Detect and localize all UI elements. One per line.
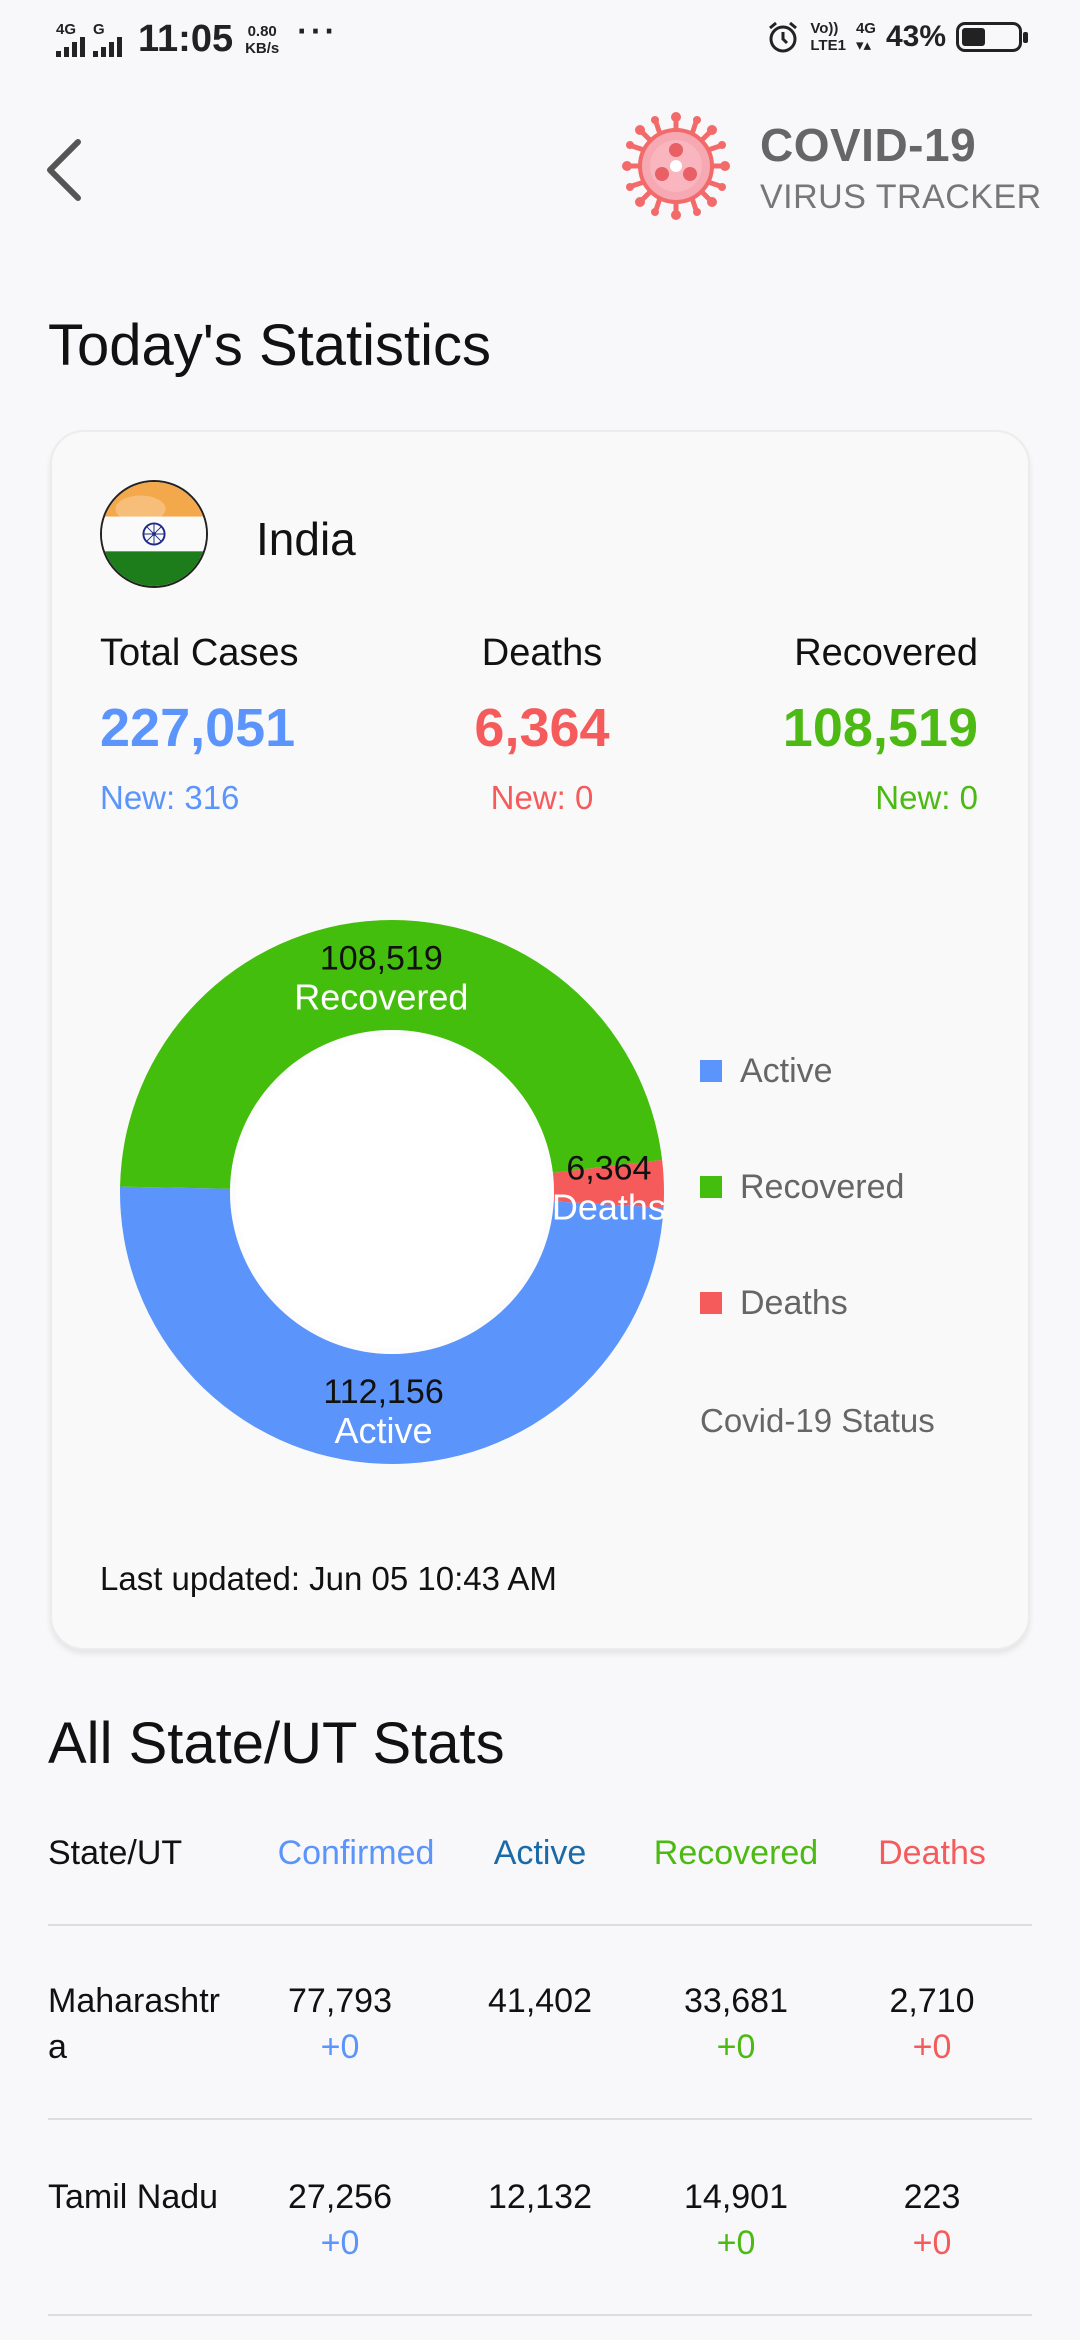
india-flag-icon: [100, 480, 208, 588]
recovered-new: New: 0: [875, 779, 978, 816]
network-type-1: 4G: [56, 21, 77, 38]
india-stats-card: India Total Cases 227,051 New: 316 Death…: [50, 430, 1030, 1650]
signal-icon-2: G: [93, 22, 122, 57]
legend-swatch-deaths: [700, 1292, 722, 1314]
total-cases-label: Total Cases: [100, 632, 299, 674]
deaths-value: 6,364: [474, 698, 610, 758]
app-title: COVID-19: [760, 119, 977, 171]
total-cases-stat: Total Cases 227,051 New: 316: [100, 632, 299, 817]
header-state[interactable]: State/UT: [48, 1834, 182, 1873]
deaths-cell: 223 +0: [903, 2178, 961, 2262]
legend-item-recovered[interactable]: Recovered: [700, 1168, 904, 1206]
legend-label-deaths: Deaths: [740, 1283, 848, 1322]
deaths-new: New: 0: [490, 779, 594, 816]
confirmed-cell: 77,793 +0: [288, 1982, 392, 2066]
app-subtitle: VIRUS TRACKER: [760, 178, 1042, 216]
legend-item-deaths[interactable]: Deaths: [700, 1284, 904, 1322]
recovered-stat: Recovered 108,519 New: 0: [783, 632, 978, 817]
confirmed-cell: 27,256 +0: [288, 2178, 392, 2262]
data-arrows-icon: ▾▴: [855, 37, 871, 54]
donut-value-label-active: 112,156: [323, 1373, 443, 1411]
donut-hole: [230, 1030, 554, 1354]
recovered-cell: 14,901 +0: [684, 2178, 788, 2262]
table-row[interactable]: Tamil Nadu 27,256 +0 12,132 14,901 +0 22…: [48, 2174, 1032, 2294]
donut-category-label-active: Active: [335, 1410, 433, 1451]
recovered-value: 108,519: [782, 698, 978, 758]
donut-value-label-deaths: 6,364: [566, 1149, 651, 1187]
status-bar: 4G G 11:05 0.80 KB/s ··· Vo)) LTE1 4G ▾▴…: [0, 0, 1080, 84]
active-cell: 41,402: [488, 1982, 592, 2020]
data-indicator: 4G ▾▴: [855, 20, 876, 54]
divider: [48, 1924, 1032, 1926]
network-speed: 0.80 KB/s: [245, 22, 280, 57]
divider: [48, 2314, 1032, 2316]
battery-icon: [956, 22, 1028, 52]
all-states-heading: All State/UT Stats: [48, 1711, 505, 1776]
virus-icon: [622, 112, 730, 220]
deaths-label: Deaths: [481, 632, 603, 674]
more-notifications-icon: ···: [297, 13, 339, 49]
country-name: India: [256, 513, 356, 565]
chevron-left-icon: [47, 139, 81, 201]
covid-status-donut-chart[interactable]: 112,156Active 6,364Deaths 108,519Recovered: [112, 912, 672, 1472]
donut-category-label-recovered: Recovered: [294, 976, 468, 1017]
last-updated: Last updated: Jun 05 10:43 AM: [100, 1560, 557, 1597]
recovered-label: Recovered: [794, 632, 978, 674]
header-recovered[interactable]: Recovered: [636, 1834, 836, 1873]
header-deaths[interactable]: Deaths: [832, 1834, 1032, 1873]
signal-icon: 4G: [56, 22, 85, 57]
legend-caption: Covid-19 Status: [700, 1402, 935, 1439]
divider: [48, 2118, 1032, 2120]
battery-percent: 43%: [885, 20, 946, 53]
chart-legend: Active Recovered Deaths Covid-19 Status: [700, 1052, 935, 1439]
state-name: Maharashtr a: [48, 1982, 220, 2066]
deaths-stat: Deaths 6,364 New: 0: [392, 632, 692, 817]
recovered-cell: 33,681 +0: [684, 1982, 788, 2066]
header-active[interactable]: Active: [440, 1834, 640, 1873]
total-cases-value: 227,051: [100, 698, 296, 758]
legend-label-recovered: Recovered: [740, 1167, 905, 1206]
legend-label-active: Active: [740, 1051, 833, 1090]
state-table-header: State/UT Confirmed Active Recovered Deat…: [48, 1834, 1032, 1878]
deaths-cell: 2,710 +0: [889, 1982, 975, 2066]
state-name: Tamil Nadu: [48, 2178, 219, 2216]
clock: 11:05: [138, 18, 234, 60]
active-cell: 12,132: [488, 2178, 592, 2216]
volte-indicator: Vo)) LTE1: [810, 20, 846, 54]
back-button[interactable]: [40, 130, 90, 210]
total-cases-new: New: 316: [100, 779, 240, 816]
header-confirmed[interactable]: Confirmed: [256, 1834, 456, 1873]
todays-statistics-heading: Today's Statistics: [48, 313, 492, 378]
legend-item-active[interactable]: Active: [700, 1052, 904, 1090]
donut-category-label-deaths: Deaths: [552, 1186, 666, 1227]
network-type-2: G: [93, 21, 105, 38]
legend-swatch-active: [700, 1060, 722, 1082]
legend-swatch-recovered: [700, 1176, 722, 1198]
app-brand: COVID-19 VIRUS TRACKER: [760, 118, 1042, 217]
table-row[interactable]: Maharashtr a 77,793 +0 41,402 33,681 +0 …: [48, 1978, 1032, 2098]
donut-value-label-recovered: 108,519: [320, 939, 443, 977]
alarm-icon: [769, 21, 798, 53]
